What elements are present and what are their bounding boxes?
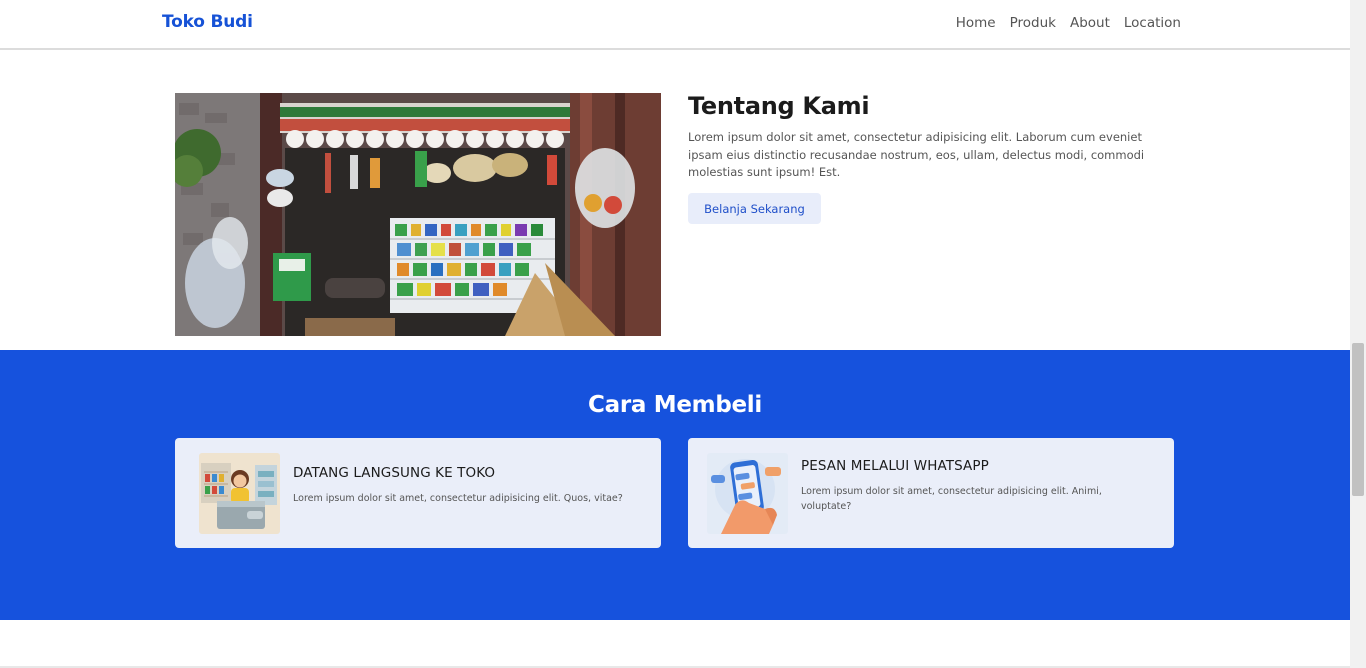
howto-card-text: Lorem ipsum dolor sit amet, consectetur … (801, 486, 1102, 512)
navbar: Toko Budi Home Produk About Location (0, 0, 1350, 50)
nav-links: Home Produk About Location (956, 15, 1181, 31)
nav-link-about[interactable]: About (1070, 15, 1110, 31)
nav-link-produk[interactable]: Produk (1010, 15, 1056, 31)
howto-card-title: DATANG LANGSUNG KE TOKO (293, 465, 496, 481)
shop-now-button[interactable]: Belanja Sekarang (688, 193, 821, 224)
scrollbar-thumb[interactable] (1352, 343, 1364, 496)
howto-card-whatsapp: PESAN MELALUI WHATSAPP Lorem ipsum dolor… (688, 438, 1174, 548)
nav-link-home[interactable]: Home (956, 15, 996, 31)
page: Toko Budi Home Produk About Location Ten… (0, 0, 1350, 668)
howto-card-text: Lorem ipsum dolor sit amet, consectetur … (293, 493, 623, 504)
phone-chat-icon (707, 453, 788, 534)
how-to-buy-section: Cara Membeli DATANG LANGSUNG KE TOKO Lor… (0, 350, 1350, 620)
howto-card-title: PESAN MELALUI WHATSAPP (801, 458, 989, 474)
about-title: Tentang Kami (688, 92, 870, 120)
store-clerk-icon (199, 453, 280, 534)
how-to-buy-title: Cara Membeli (588, 392, 762, 418)
nav-link-location[interactable]: Location (1124, 15, 1181, 31)
brand-logo[interactable]: Toko Budi (162, 12, 253, 32)
about-description: Lorem ipsum dolor sit amet, consectetur … (688, 130, 1145, 179)
page-scrollbar[interactable] (1350, 0, 1366, 668)
howto-card-visit-store: DATANG LANGSUNG KE TOKO Lorem ipsum dolo… (175, 438, 661, 548)
about-store-image (175, 93, 661, 336)
